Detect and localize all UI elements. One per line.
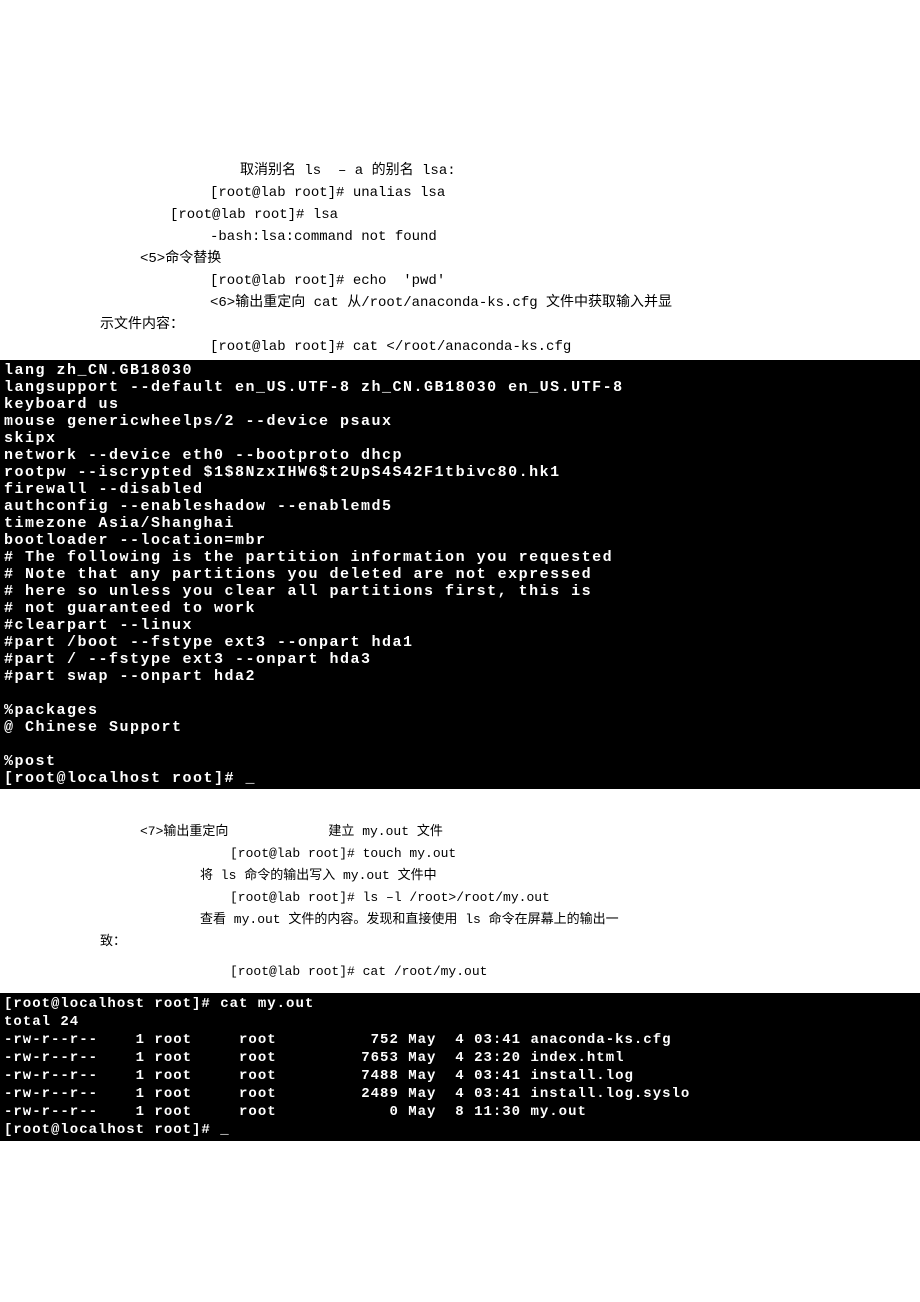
text-line: <5>命令替换 bbox=[40, 248, 880, 270]
text-line: [root@lab root]# ls –l /root>/root/my.ou… bbox=[40, 887, 880, 909]
text-line: [root@lab root]# echo 'pwd' bbox=[40, 270, 880, 292]
terminal-line: @ Chinese Support bbox=[4, 719, 183, 736]
terminal-line: -rw-r--r-- 1 root root 7488 May 4 03:41 … bbox=[4, 1068, 634, 1084]
terminal-line bbox=[4, 736, 15, 753]
terminal-line: -rw-r--r-- 1 root root 752 May 4 03:41 a… bbox=[4, 1032, 672, 1048]
text-line: <6>输出重定向 cat 从/root/anaconda-ks.cfg 文件中获… bbox=[40, 292, 880, 314]
text-line: 将 ls 命令的输出写入 my.out 文件中 bbox=[40, 865, 880, 887]
text-line: 取消别名 ls – a 的别名 lsa: bbox=[40, 160, 880, 182]
document-body: 取消别名 ls – a 的别名 lsa: [root@lab root]# un… bbox=[0, 160, 920, 358]
terminal-line: mouse genericwheelps/2 --device psaux bbox=[4, 413, 393, 430]
terminal-output-2: [root@localhost root]# cat my.out total … bbox=[0, 993, 920, 1141]
terminal-line: #part swap --onpart hda2 bbox=[4, 668, 256, 685]
terminal-line: lang zh_CN.GB18030 bbox=[4, 362, 193, 379]
terminal-line: skipx bbox=[4, 430, 57, 447]
terminal-line: %post bbox=[4, 753, 57, 770]
terminal-line: langsupport --default en_US.UTF-8 zh_CN.… bbox=[4, 379, 624, 396]
text-line: [root@lab root]# touch my.out bbox=[40, 843, 880, 865]
text-line: 查看 my.out 文件的内容。发现和直接使用 ls 命令在屏幕上的输出一 bbox=[40, 909, 880, 931]
text-line: [root@lab root]# cat </root/anaconda-ks.… bbox=[40, 336, 880, 358]
terminal-line: rootpw --iscrypted $1$8NzxIHW6$t2UpS4S42… bbox=[4, 464, 561, 481]
terminal-line: # not guaranteed to work bbox=[4, 600, 256, 617]
text-span: 建立 my.out 文件 bbox=[328, 824, 442, 839]
text-line: 示文件内容： bbox=[40, 314, 880, 336]
terminal-line: authconfig --enableshadow --enablemd5 bbox=[4, 498, 393, 515]
text-line: <7>输出重定向 建立 my.out 文件 bbox=[40, 821, 880, 843]
terminal-line: #part / --fstype ext3 --onpart hda3 bbox=[4, 651, 372, 668]
terminal-line: -rw-r--r-- 1 root root 2489 May 4 03:41 … bbox=[4, 1086, 690, 1102]
terminal-line: [root@localhost root]# _ bbox=[4, 770, 256, 787]
terminal-line: # The following is the partition informa… bbox=[4, 549, 613, 566]
terminal-line: network --device eth0 --bootproto dhcp bbox=[4, 447, 403, 464]
terminal-line: bootloader --location=mbr bbox=[4, 532, 267, 549]
terminal-output-1: lang zh_CN.GB18030 langsupport --default… bbox=[0, 360, 920, 789]
terminal-line: [root@localhost root]# _ bbox=[4, 1122, 230, 1138]
terminal-line: total 24 bbox=[4, 1014, 79, 1030]
text-line: [root@lab root]# unalias lsa bbox=[40, 182, 880, 204]
terminal-line: -rw-r--r-- 1 root root 0 May 8 11:30 my.… bbox=[4, 1104, 587, 1120]
terminal-line: timezone Asia/Shanghai bbox=[4, 515, 235, 532]
terminal-line: # Note that any partitions you deleted a… bbox=[4, 566, 592, 583]
terminal-line: #clearpart --linux bbox=[4, 617, 193, 634]
terminal-line: #part /boot --fstype ext3 --onpart hda1 bbox=[4, 634, 414, 651]
terminal-line: [root@localhost root]# cat my.out bbox=[4, 996, 314, 1012]
document-body-2: <7>输出重定向 建立 my.out 文件 [root@lab root]# to… bbox=[0, 821, 920, 983]
text-span: <7>输出重定向 bbox=[140, 824, 228, 839]
text-line: [root@lab root]# cat /root/my.out bbox=[40, 961, 880, 983]
text-line: -bash:lsa:command not found bbox=[40, 226, 880, 248]
terminal-line: keyboard us bbox=[4, 396, 120, 413]
terminal-line bbox=[4, 685, 15, 702]
text-line: [root@lab root]# lsa bbox=[40, 204, 880, 226]
terminal-line: # here so unless you clear all partition… bbox=[4, 583, 592, 600]
terminal-line: %packages bbox=[4, 702, 99, 719]
terminal-line: firewall --disabled bbox=[4, 481, 204, 498]
text-line: 致： bbox=[40, 931, 880, 953]
terminal-line: -rw-r--r-- 1 root root 7653 May 4 23:20 … bbox=[4, 1050, 625, 1066]
